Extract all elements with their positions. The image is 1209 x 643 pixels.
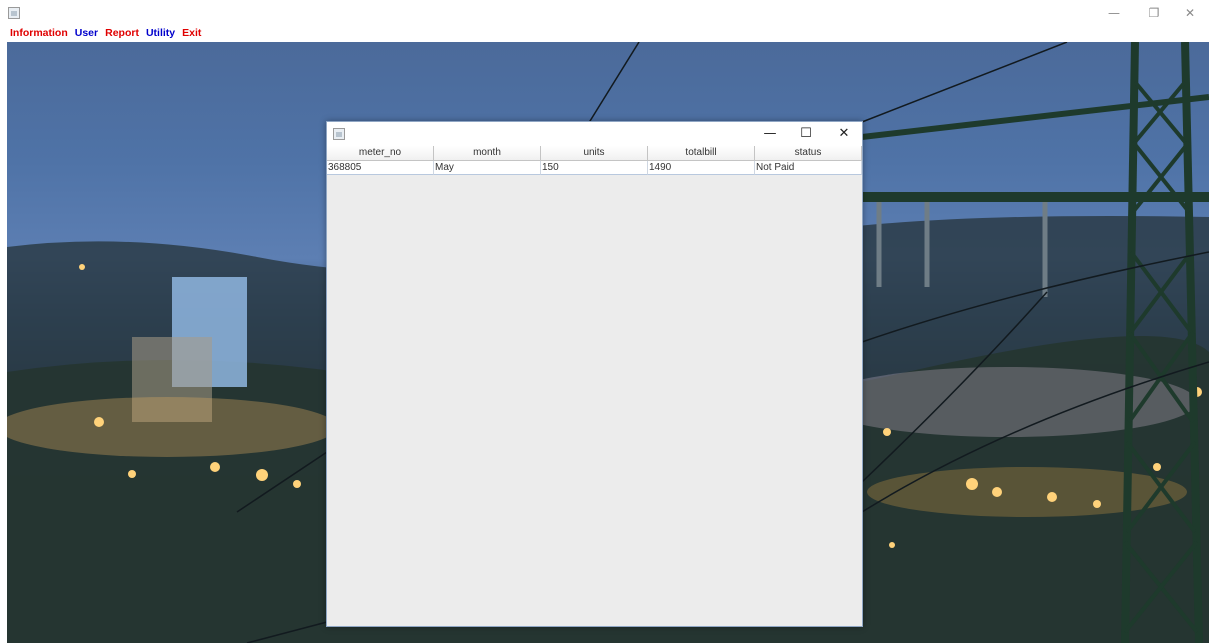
menu-information[interactable]: Information (10, 27, 68, 39)
column-header-totalbill[interactable]: totalbill (648, 146, 755, 161)
table-header: meter_no month units totalbill status (327, 146, 862, 161)
menu-bar: Information User Report Utility Exit (0, 24, 1209, 41)
cell-totalbill[interactable]: 1490 (648, 161, 755, 175)
menu-user[interactable]: User (75, 27, 98, 39)
menu-report[interactable]: Report (105, 27, 139, 39)
minimize-button[interactable]: — (1096, 3, 1132, 23)
dialog-app-icon (333, 128, 345, 140)
column-header-units[interactable]: units (541, 146, 648, 161)
dialog-close-button[interactable]: ✕ (827, 124, 861, 144)
menu-exit[interactable]: Exit (182, 27, 201, 39)
table-row[interactable]: 368805 May 150 1490 Not Paid (327, 161, 862, 175)
cell-units[interactable]: 150 (541, 161, 648, 175)
app-icon (8, 7, 20, 19)
restore-button[interactable]: ❐ (1136, 3, 1172, 23)
cell-status[interactable]: Not Paid (755, 161, 862, 175)
dialog-title-bar: — ☐ ✕ (327, 122, 862, 146)
bill-table: meter_no month units totalbill status 36… (327, 146, 862, 175)
column-header-status[interactable]: status (755, 146, 862, 161)
cell-month[interactable]: May (434, 161, 541, 175)
cell-meter-no[interactable]: 368805 (327, 161, 434, 175)
main-title-bar: — ❐ ✕ (0, 0, 1209, 24)
close-button[interactable]: ✕ (1172, 3, 1208, 23)
dialog-maximize-button[interactable]: ☐ (789, 124, 823, 144)
menu-utility[interactable]: Utility (146, 27, 175, 39)
bill-details-window: — ☐ ✕ meter_no month units totalbill sta… (326, 121, 863, 627)
column-header-month[interactable]: month (434, 146, 541, 161)
dialog-minimize-button[interactable]: — (753, 124, 787, 144)
column-header-meter-no[interactable]: meter_no (327, 146, 434, 161)
